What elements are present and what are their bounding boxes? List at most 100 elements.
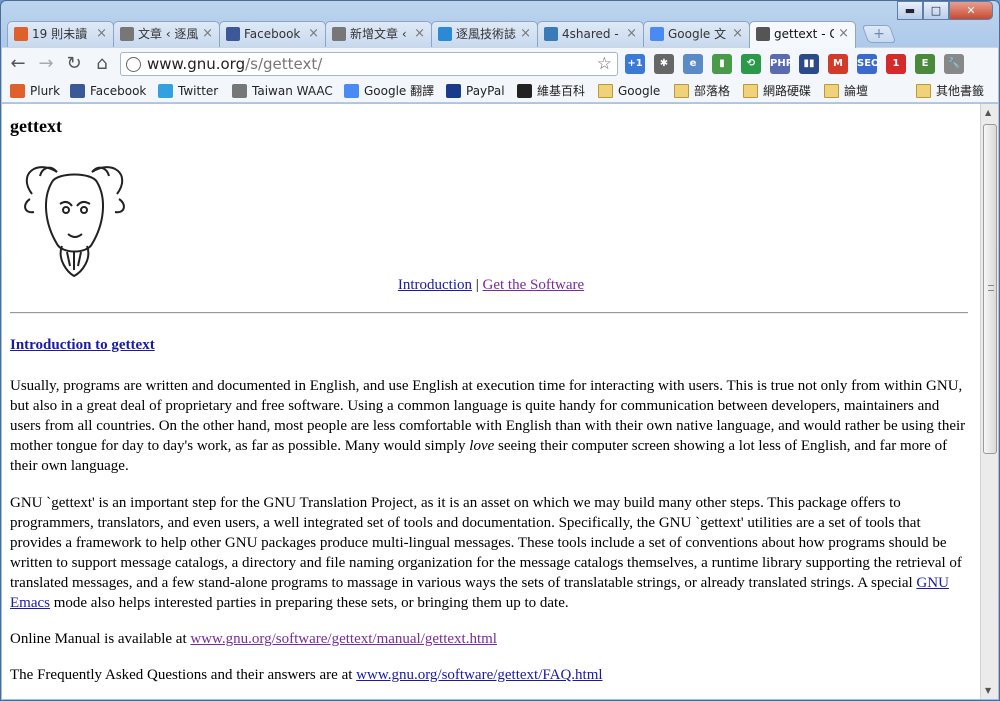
browser-tab[interactable]: 逐風技術誌 × [431,21,538,47]
folder-icon [824,84,839,98]
extension-icon[interactable]: ⟲ [741,54,761,74]
favicon-icon [70,84,85,98]
bookmark-item[interactable]: Taiwan WAAC [232,83,333,99]
introduction-link[interactable]: Introduction [398,277,472,293]
tab-close-icon[interactable]: × [414,22,425,46]
bookmark-item[interactable]: Twitter [158,83,218,99]
extension-icon[interactable]: ▮ [712,54,732,74]
manual-link[interactable]: www.gnu.org/software/gettext/manual/gett… [190,631,497,647]
browser-tab[interactable]: 文章 ‹ 逐風 × [113,21,220,47]
bookmark-folder[interactable]: 網路硬碟 [743,83,811,99]
bookmark-folder[interactable]: 部落格 [674,83,730,99]
tab-label: Google 文 [668,27,727,41]
bookmark-item[interactable]: Plurk [10,83,60,99]
favicon-icon [344,84,359,98]
bookmark-item[interactable]: Facebook [70,83,146,99]
folder-icon [916,84,931,98]
folder-icon [743,84,758,98]
forward-button[interactable]: → [36,54,56,74]
tab-close-icon[interactable]: × [308,22,319,46]
maximize-button[interactable]: □ [923,1,949,20]
paragraph-manual: Online Manual is available at www.gnu.or… [10,629,970,649]
vertical-scrollbar[interactable]: ▲ ▼ [980,104,998,699]
tab-label: 4shared - [562,27,619,41]
tab-label: 19 則未讀 [32,27,88,41]
bookmark-item[interactable]: Google 翻譯 [344,83,434,99]
tab-close-icon[interactable]: × [520,22,531,46]
close-window-button[interactable]: ✕ [949,1,993,20]
favicon-icon [446,84,461,98]
extension-icon[interactable]: +1 [625,54,645,74]
tab-close-icon[interactable]: × [202,22,213,46]
bookmark-star-icon[interactable]: ☆ [597,53,612,75]
bookmark-label: PayPal [466,84,505,98]
favicon-icon [226,27,240,41]
globe-icon [126,57,141,72]
bookmarks-bar: Plurk Facebook Twitter Taiwan WAAC Google 翻譯… [2,79,998,103]
bookmark-folder[interactable]: Google [598,83,660,99]
bookmark-label: Facebook [90,84,147,98]
extension-icon[interactable]: ✱ [654,54,674,74]
extension-icon[interactable]: ▮▮ [799,54,819,74]
intro-heading-link[interactable]: Introduction to gettext [10,337,155,354]
paragraph-intro: Usually, programs are written and docume… [10,376,970,476]
get-software-link[interactable]: Get the Software [483,277,585,293]
favicon-icon [517,84,532,98]
tab-label: 新增文章 ‹ [350,27,407,41]
extension-icon[interactable]: 🔧 [944,54,964,74]
browser-window: ▬ □ ✕ 19 則未讀 × 文章 ‹ 逐風 × Facebook × 新增文章 ‹ × 逐風技… [0,0,1000,701]
extension-icon[interactable]: M [828,54,848,74]
favicon-icon [756,27,770,41]
extension-icon[interactable]: 1 [886,54,906,74]
extension-icon[interactable]: e [683,54,703,74]
favicon-icon [14,27,28,41]
tab-close-icon[interactable]: × [732,22,743,46]
browser-tab[interactable]: 19 則未讀 × [7,21,114,47]
extension-icon[interactable]: E [915,54,935,74]
bookmark-item[interactable]: PayPal [446,83,505,99]
minimize-button[interactable]: ▬ [897,1,923,20]
tab-close-icon[interactable]: × [626,22,637,46]
scroll-up-icon[interactable]: ▲ [985,108,991,117]
paragraph-text: Online Manual is available at [10,631,191,647]
tab-label: Facebook [244,27,301,41]
home-button[interactable]: ⌂ [92,54,112,74]
browser-tab[interactable]: 4shared - × [537,21,644,47]
scrollbar-thumb[interactable] [983,124,997,454]
browser-tab[interactable]: Facebook × [219,21,326,47]
tab-label: 逐風技術誌 [456,27,516,41]
bookmark-label: 其他書籤 [936,84,985,98]
emphasis-text: love [469,438,495,454]
extension-icon[interactable]: PHP [770,54,793,74]
top-navigation: Introduction | Get the Software [2,277,980,294]
bookmark-label: Taiwan WAAC [252,84,333,98]
bookmark-folder[interactable]: 其他書籤 [916,83,984,99]
tab-close-icon[interactable]: × [96,22,107,46]
paragraph-text: mode also helps interested parties in pr… [49,595,569,611]
url-path: /s/gettext/ [245,55,323,73]
tab-label: gettext - G [774,27,834,41]
back-button[interactable]: ← [8,54,28,74]
extension-icon[interactable]: SEO [857,54,880,74]
address-bar[interactable]: www.gnu.org/s/gettext/ ☆ [120,52,618,76]
favicon-icon [544,27,558,41]
faq-link[interactable]: www.gnu.org/software/gettext/FAQ.html [356,667,602,683]
bookmark-label: Google [618,84,661,98]
browser-tab[interactable]: Google 文 × [643,21,750,47]
bookmark-label: Twitter [178,84,219,98]
new-tab-button[interactable]: + [861,25,897,43]
url-host: www.gnu.org [147,55,246,73]
bookmark-label: Plurk [30,84,61,98]
tab-close-icon[interactable]: × [838,22,849,46]
bookmark-folder[interactable]: 論壇 [824,83,868,99]
browser-tab[interactable]: 新增文章 ‹ × [325,21,432,47]
scroll-down-icon[interactable]: ▼ [985,686,991,695]
reload-button[interactable]: ↻ [64,54,84,74]
browser-tab[interactable]: gettext - G × [749,21,856,48]
paragraph-gettext: GNU `gettext' is an important step for t… [10,493,970,613]
bookmark-label: 維基百科 [537,84,586,98]
folder-icon [674,84,689,98]
favicon-icon [120,27,134,41]
favicon-icon [332,27,346,41]
bookmark-item[interactable]: 維基百科 [517,83,585,99]
